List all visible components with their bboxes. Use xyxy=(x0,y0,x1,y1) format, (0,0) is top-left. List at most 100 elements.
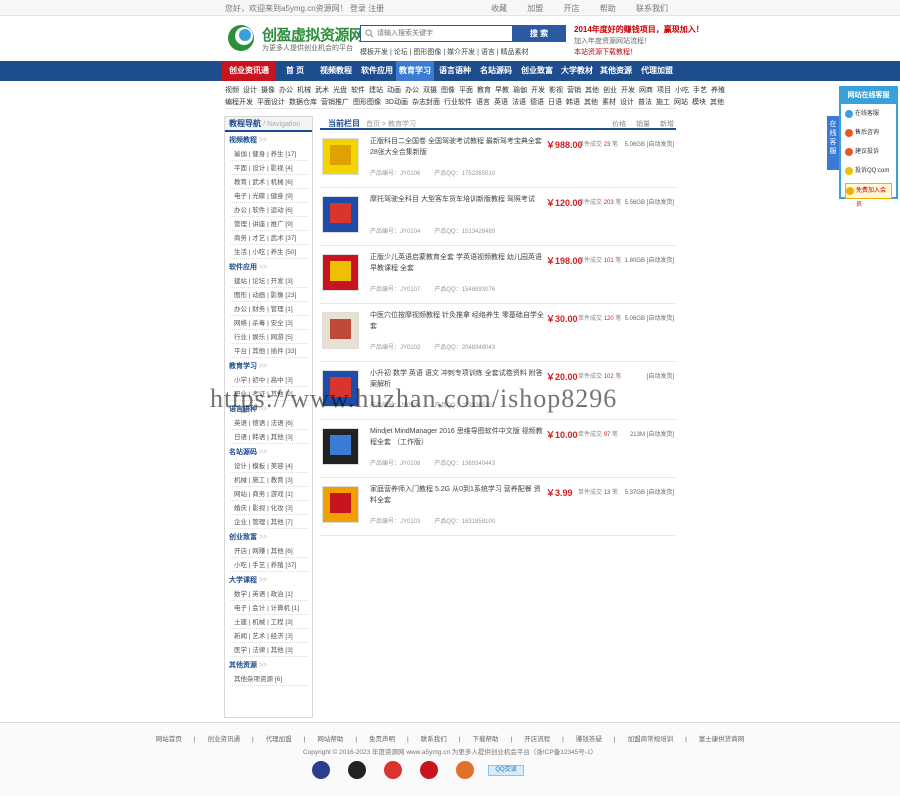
sort-by-price[interactable]: 价格 xyxy=(612,121,626,128)
sidebar-subcategory-row[interactable]: 婚庆 | 影视 | 化妆 [3] xyxy=(230,502,309,515)
footer-link[interactable]: 创业资讯通 xyxy=(207,736,240,743)
sub-nav-link[interactable]: 营销 xyxy=(567,87,581,94)
sub-nav-link[interactable]: 普法 xyxy=(638,99,652,106)
float-service-tab[interactable]: 在线客服 xyxy=(827,116,839,170)
sidebar-category-title[interactable]: 名站源码 >> xyxy=(225,447,312,459)
service-item-qq[interactable]: 投诉QQ:com xyxy=(845,164,892,180)
logo-icon[interactable] xyxy=(226,24,256,52)
search-input[interactable] xyxy=(377,27,527,40)
sidebar-subcategory-row[interactable]: 办公 | 软件 | 运动 [6] xyxy=(230,204,309,217)
sub-nav-link[interactable]: 开发 xyxy=(531,87,545,94)
sub-nav-link[interactable]: 素材 xyxy=(602,99,616,106)
sub-nav-link[interactable]: 视频 xyxy=(225,87,239,94)
sub-nav-link[interactable]: 影视 xyxy=(549,87,563,94)
sub-nav-link[interactable]: 模块 xyxy=(692,99,706,106)
service-item-aftersale[interactable]: 售后咨询 xyxy=(845,126,892,142)
sort-by-new[interactable]: 新增 xyxy=(660,121,674,128)
product-thumbnail[interactable] xyxy=(322,428,359,465)
sub-nav-link[interactable]: 语言 xyxy=(476,99,490,106)
promo-headline[interactable]: 2014年度好的赚钱项目，赢现加入！ xyxy=(574,24,704,35)
top-link-open-shop[interactable]: 开店 xyxy=(564,4,580,13)
sub-nav-link[interactable]: 设计 xyxy=(620,99,634,106)
sidebar-subcategory-row[interactable]: 电子 | 光碟 | 健身 [9] xyxy=(230,190,309,203)
footer-link[interactable]: 网站帮助 xyxy=(317,736,343,743)
sub-nav-link[interactable]: 编程开发 xyxy=(225,99,253,106)
breadcrumb[interactable]: 首页 > 教育学习 xyxy=(366,119,416,129)
sidebar-subcategory-row[interactable]: 图形 | 动画 | 影像 [23] xyxy=(230,289,309,302)
nav-item-language[interactable]: 语言语种 xyxy=(434,61,476,81)
sidebar-subcategory-row[interactable]: 小吃 | 手艺 | 养殖 [37] xyxy=(230,559,309,572)
sidebar-subcategory-row[interactable]: 数学 | 英语 | 政治 [1] xyxy=(230,588,309,601)
nav-item-source-code[interactable]: 名站源码 xyxy=(476,61,516,81)
top-link-join[interactable]: 加盟 xyxy=(527,4,543,13)
sidebar-subcategory-row[interactable]: 办公 | 财务 | 管理 [1] xyxy=(230,303,309,316)
sub-nav-link[interactable]: 数据仓库 xyxy=(289,99,317,106)
sidebar-subcategory-row[interactable]: 电子 | 会计 | 计算机 [1] xyxy=(230,602,309,615)
sidebar-subcategory-row[interactable]: 网站 | 商务 | 游戏 [1] xyxy=(230,488,309,501)
product-thumbnail[interactable] xyxy=(322,138,359,175)
product-thumbnail[interactable] xyxy=(322,254,359,291)
sidebar-subcategory-row[interactable]: 医学 | 法律 | 其他 [3] xyxy=(230,644,309,657)
product-row[interactable]: 中医穴位按摩视频教程 针灸推拿 经络养生 零基础自学全套 产品编号：JY0102 产… xyxy=(320,304,676,362)
sidebar-subcategory-row[interactable]: 建站 | 论坛 | 开发 [3] xyxy=(230,275,309,288)
nav-item-textbooks[interactable]: 大学教材 xyxy=(558,61,596,81)
sidebar-subcategory-row[interactable]: 日语 | 韩语 | 其他 [3] xyxy=(230,431,309,444)
footer-link[interactable]: 加盟商常规培训 xyxy=(628,736,674,743)
sidebar-category-title[interactable]: 其他资源 >> xyxy=(225,660,312,672)
sidebar-subcategory-row[interactable]: 瑜伽 | 健身 | 养生 [17] xyxy=(230,148,309,161)
sidebar-subcategory-row[interactable]: 管理 | 讲座 | 推广 [9] xyxy=(230,218,309,231)
sidebar-subcategory-row[interactable]: 机械 | 施工 | 教育 [3] xyxy=(230,474,309,487)
sub-nav-link[interactable]: 手艺 xyxy=(693,87,707,94)
product-title[interactable]: Mindjet MindManager 2016 思维导图软件中文版 视频教程全… xyxy=(370,426,546,448)
sub-nav-link[interactable]: 设计 xyxy=(243,87,257,94)
sub-nav-link[interactable]: 图形图像 xyxy=(353,99,381,106)
sub-nav-link[interactable]: 网商 xyxy=(639,87,653,94)
sidebar-subcategory-row[interactable]: 其他杂项资源 [6] xyxy=(230,673,309,686)
sidebar-subcategory-row[interactable]: 设计 | 模板 | 美容 [4] xyxy=(230,460,309,473)
product-title[interactable]: 正版科目二全国卷 全国驾驶考试教程 最新驾考宝典全套28张大全合集新版 xyxy=(370,136,546,158)
sub-nav-link[interactable]: 3D动画 xyxy=(385,99,408,106)
top-link-contact[interactable]: 联系我们 xyxy=(636,4,668,13)
sidebar-category-title[interactable]: 视频教程 >> xyxy=(225,135,312,147)
sub-nav-link[interactable]: 软件 xyxy=(351,87,365,94)
sidebar-subcategory-row[interactable]: 土建 | 机械 | 工程 [3] xyxy=(230,616,309,629)
product-row[interactable]: 正版科目二全国卷 全国驾驶考试教程 最新驾考宝典全套28张大全合集新版 产品编号：… xyxy=(320,130,676,188)
sidebar-category-title[interactable]: 大学课程 >> xyxy=(225,575,312,587)
product-thumbnail[interactable] xyxy=(322,196,359,233)
footer-link[interactable]: 下载帮助 xyxy=(472,736,498,743)
footer-link[interactable]: 赚钱答疑 xyxy=(576,736,602,743)
sub-nav-link[interactable]: 施工 xyxy=(656,99,670,106)
product-row[interactable]: Mindjet MindManager 2016 思维导图软件中文版 视频教程全… xyxy=(320,420,676,478)
product-title[interactable]: 中医穴位按摩视频教程 针灸推拿 经络养生 零基础自学全套 xyxy=(370,310,546,332)
sidebar-subcategory-row[interactable]: 英语 | 德语 | 法语 [6] xyxy=(230,417,309,430)
footer-link[interactable]: 开店流程 xyxy=(524,736,550,743)
network-police-icon[interactable] xyxy=(348,761,366,779)
sub-nav-link[interactable]: 摄像 xyxy=(261,87,275,94)
nav-item-education[interactable]: 教育学习 xyxy=(396,61,434,81)
logo-title[interactable]: 创盈虚拟资源网 xyxy=(262,24,364,45)
shield-icon[interactable] xyxy=(456,761,474,779)
nav-item-other[interactable]: 其他资源 xyxy=(596,61,636,81)
sub-nav-link[interactable]: 机械 xyxy=(297,87,311,94)
sidebar-subcategory-row[interactable]: 平面 | 设计 | 影视 [4] xyxy=(230,162,309,175)
footer-link[interactable]: 代理加盟 xyxy=(266,736,292,743)
sub-nav-link[interactable]: 行业软件 xyxy=(444,99,472,106)
sort-by-sales[interactable]: 销量 xyxy=(636,121,650,128)
nav-item-agent[interactable]: 代理加盟 xyxy=(636,61,678,81)
sub-nav-link[interactable]: 网站 xyxy=(674,99,688,106)
sidebar-category-title[interactable]: 教育学习 >> xyxy=(225,361,312,373)
qq-chat-badge[interactable]: QQ交谈 xyxy=(488,765,524,776)
sidebar-subcategory-row[interactable]: 生活 | 小吃 | 养生 [50] xyxy=(230,246,309,259)
product-title[interactable]: 家庭营养师入门教程 5.2G 从0到1系统学习 营养配餐 资料全套 xyxy=(370,484,546,506)
join-member-button[interactable]: 免费加入会员 xyxy=(845,183,892,208)
sub-nav-link[interactable]: 教育 xyxy=(477,87,491,94)
sub-nav-link[interactable]: 德语 xyxy=(530,99,544,106)
sub-nav-link[interactable]: 开发 xyxy=(621,87,635,94)
sub-nav-link[interactable]: 日语 xyxy=(548,99,562,106)
sub-nav-link[interactable]: 平面设计 xyxy=(257,99,285,106)
promo-join-process[interactable]: 加入年度资源网站流程！ xyxy=(574,36,651,46)
sub-nav-link[interactable]: 办公 xyxy=(279,87,293,94)
police-badge-icon[interactable] xyxy=(312,761,330,779)
service-item-complaint[interactable]: 建议投诉 xyxy=(845,145,892,161)
sidebar-subcategory-row[interactable]: 企业 | 管理 | 其他 [7] xyxy=(230,516,309,529)
